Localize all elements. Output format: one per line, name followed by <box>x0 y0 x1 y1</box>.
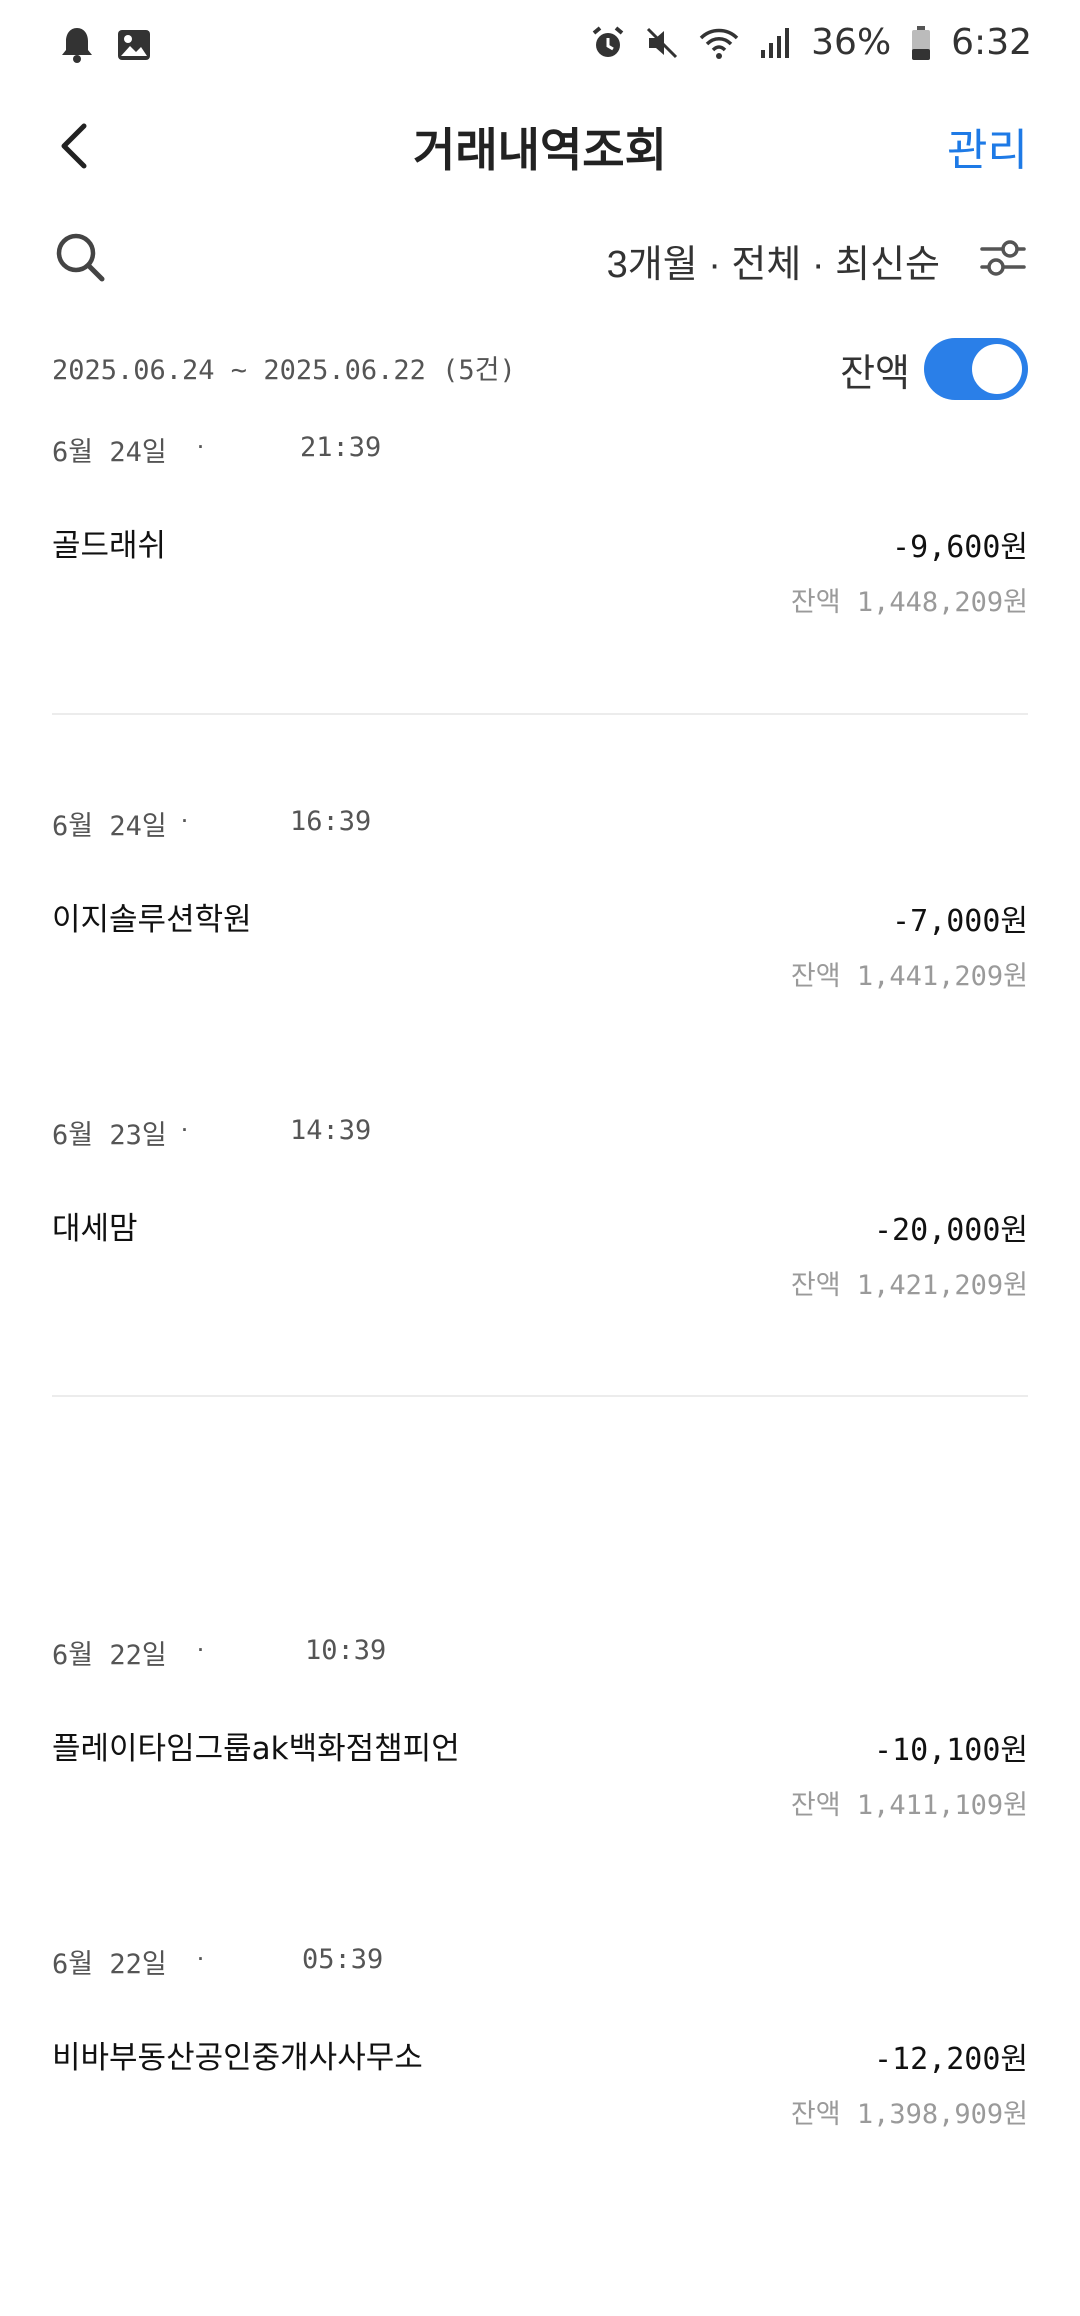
wifi-icon <box>699 26 739 60</box>
alarm-icon <box>591 25 625 60</box>
transaction-date: 6월 24일 <box>52 437 167 468</box>
transaction-time: 21:39 <box>300 432 382 463</box>
transaction-balance: 잔액 1,398,909원 <box>790 2099 1028 2130</box>
transaction-time: 05:39 <box>302 1944 384 1975</box>
divider <box>52 1395 1028 1397</box>
range-row: 2025.06.24 ~ 2025.06.22 (5건) 잔액 <box>0 330 1080 410</box>
filter-row: 3개월 · 전체 · 최신순 <box>0 225 1080 295</box>
header: 거래내역조회 관리 <box>0 100 1080 190</box>
battery-percent: 36% <box>811 22 892 63</box>
transaction-amount: -10,100원 <box>873 1733 1028 1768</box>
separator-dot: · <box>196 1942 205 1972</box>
transaction-date: 6월 22일 <box>52 1640 167 1671</box>
status-bar: 36% 6:32 <box>0 0 1080 95</box>
transaction-merchant: 비바부동산공인중개사사무소 <box>52 2040 423 2076</box>
balance-toggle-label: 잔액 <box>840 353 910 395</box>
transaction-balance: 잔액 1,441,209원 <box>790 961 1028 992</box>
mute-icon <box>645 26 679 60</box>
transaction-time: 16:39 <box>290 806 372 837</box>
page-title: 거래내역조회 <box>413 124 667 176</box>
transaction-amount: -7,000원 <box>892 904 1028 939</box>
search-icon[interactable] <box>52 229 108 285</box>
filter-summary-button[interactable]: 3개월 · 전체 · 최신순 <box>607 233 940 288</box>
transaction-balance: 잔액 1,421,209원 <box>790 1270 1028 1301</box>
transaction-date: 6월 23일 <box>52 1120 167 1151</box>
transaction-time: 14:39 <box>290 1115 372 1146</box>
image-icon <box>116 28 152 67</box>
separator-dot: · <box>196 430 205 460</box>
transaction-amount: -20,000원 <box>873 1213 1028 1248</box>
toggle-knob <box>972 344 1022 394</box>
status-right-icons: 36% 6:32 <box>591 22 1032 63</box>
manage-button[interactable]: 관리 <box>947 114 1028 178</box>
separator-dot: · <box>180 1113 189 1143</box>
filter-settings-icon[interactable] <box>978 233 1028 283</box>
battery-icon <box>911 25 931 61</box>
transaction-balance: 잔액 1,411,109원 <box>790 1790 1028 1821</box>
status-time: 6:32 <box>951 22 1032 63</box>
separator-dot: · <box>180 804 189 834</box>
transaction-amount: -9,600원 <box>892 530 1028 565</box>
transaction-merchant: 이지솔루션학원 <box>52 902 252 938</box>
date-range-summary: 2025.06.24 ~ 2025.06.22 (5건) <box>52 355 516 386</box>
transaction-amount: -12,200원 <box>873 2042 1028 2077</box>
transaction-time: 10:39 <box>305 1635 387 1666</box>
bell-icon <box>60 26 94 69</box>
transaction-merchant: 골드래쉬 <box>52 528 167 564</box>
signal-icon <box>759 26 791 60</box>
divider <box>52 713 1028 715</box>
transaction-merchant: 대세맘 <box>52 1211 138 1247</box>
separator-dot: · <box>196 1633 205 1663</box>
status-left-icons <box>60 26 152 69</box>
transaction-merchant: 플레이타임그룹ak백화점챔피언 <box>52 1731 460 1767</box>
transaction-balance: 잔액 1,448,209원 <box>790 587 1028 618</box>
transaction-date: 6월 24일 <box>52 811 167 842</box>
balance-toggle[interactable] <box>924 338 1028 400</box>
transaction-date: 6월 22일 <box>52 1949 167 1980</box>
